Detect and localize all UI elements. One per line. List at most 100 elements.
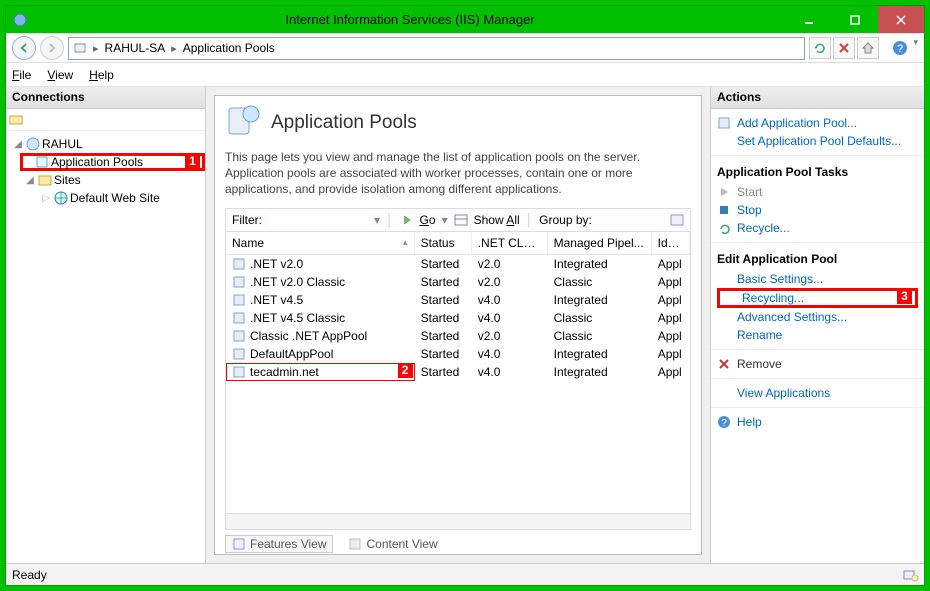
globe-icon [54,191,68,205]
action-set-defaults[interactable]: Set Application Pool Defaults... [717,132,918,150]
menu-view[interactable]: View [47,68,73,82]
pool-icon [232,311,246,325]
remove-icon [717,357,731,371]
row-status: Started [415,309,472,327]
stop-action-button[interactable] [833,37,855,59]
action-advanced-settings[interactable]: Advanced Settings... [717,308,918,326]
menu-file[interactable]: File [12,68,31,82]
row-name: .NET v4.5 [250,293,303,307]
table-row[interactable]: .NET v2.0 ClassicStartedv2.0ClassicAppl [226,273,690,291]
pool-icon [232,293,246,307]
actions-pane: Actions Add Application Pool... Set Appl… [710,87,924,563]
table-row[interactable]: DefaultAppPoolStartedv4.0IntegratedAppl [226,345,690,363]
filter-bar: Filter: ▾ │ Go ▾ Show All │ Group by: [225,208,691,231]
action-recycling[interactable]: Recycling... [717,288,918,308]
maximize-button[interactable] [832,6,878,33]
row-pipe: Classic [548,273,652,291]
row-clr: v4.0 [472,309,548,327]
row-name: .NET v4.5 Classic [250,311,345,325]
content-view-icon [348,537,362,551]
tree-app-pools[interactable]: Application Pools [20,153,205,171]
grid-header[interactable]: Name▴ Status .NET CLR V... Managed Pipel… [226,232,690,255]
row-status: Started [415,345,472,363]
row-name: DefaultAppPool [250,347,333,361]
row-clr: v4.0 [472,291,548,309]
row-ident: Appl [652,273,690,291]
row-ident: Appl [652,363,690,381]
content-view-button[interactable]: Content View [341,535,444,553]
table-row[interactable]: .NET v4.5 ClassicStartedv4.0ClassicAppl [226,309,690,327]
page-title: Application Pools [271,112,417,134]
row-pipe: Integrated [548,363,652,381]
row-pipe: Integrated [548,255,652,273]
row-status: Started [415,327,472,345]
tree-root[interactable]: ◢ RAHUL [6,135,205,153]
table-row[interactable]: .NET v2.0Startedv2.0IntegratedAppl [226,255,690,273]
showall-label[interactable]: Show All [474,213,520,227]
row-clr: v4.0 [472,363,548,381]
row-clr: v2.0 [472,273,548,291]
table-row[interactable]: .NET v4.5Startedv4.0IntegratedAppl [226,291,690,309]
action-help[interactable]: ? Help [717,413,918,431]
refresh-all-button[interactable] [809,37,831,59]
breadcrumb-node[interactable]: Application Pools [183,41,275,55]
col-clr[interactable]: .NET CLR V... [472,232,548,254]
col-status[interactable]: Status [415,232,472,254]
breadcrumb[interactable]: ▸ RAHUL-SA ▸ Application Pools [68,37,805,60]
stop-icon [717,203,731,217]
connect-icon[interactable] [10,113,24,127]
action-rename[interactable]: Rename [717,326,918,344]
help-icon-button[interactable]: ? [889,37,911,59]
col-pipe[interactable]: Managed Pipel... [548,232,652,254]
action-remove[interactable]: Remove [717,355,918,373]
showall-icon[interactable] [454,213,468,227]
row-pipe: Classic [548,327,652,345]
action-start: Start [717,183,918,201]
svg-text:?: ? [897,43,903,55]
row-name: Classic .NET AppPool [250,329,367,343]
minimize-button[interactable] [786,6,832,33]
action-add-pool[interactable]: Add Application Pool... [717,114,918,132]
groupby-label: Group by: [539,213,592,227]
menu-help[interactable]: Help [89,68,114,82]
row-ident: Appl [652,255,690,273]
row-status: Started [415,255,472,273]
tree-default-site[interactable]: ▷ Default Web Site [6,189,205,207]
filter-label: Filter: [232,213,262,227]
breadcrumb-host[interactable]: RAHUL-SA [105,41,166,55]
row-name: .NET v2.0 [250,257,303,271]
filter-input[interactable] [268,212,368,228]
close-button[interactable] [878,6,924,33]
server-icon [73,41,87,55]
table-row[interactable]: Classic .NET AppPoolStartedv2.0ClassicAp… [226,327,690,345]
connections-pane: Connections ◢ RAHUL Application Pools [6,87,206,563]
center-pane: Application Pools This page lets you vie… [206,87,710,563]
action-view-applications[interactable]: View Applications [717,384,918,402]
action-stop[interactable]: Stop [717,201,918,219]
col-name[interactable]: Name▴ [226,232,415,254]
pool-icon [232,275,246,289]
tree-sites[interactable]: ◢ Sites [6,171,205,189]
action-recycle[interactable]: Recycle... [717,219,918,237]
action-basic-settings[interactable]: Basic Settings... [717,270,918,288]
features-view-icon [232,537,246,551]
col-ident[interactable]: Ident [652,232,690,254]
folder-icon [38,173,52,187]
features-view-button[interactable]: Features View [225,535,333,553]
go-label[interactable]: Go [420,213,436,227]
play-icon [717,185,731,199]
callout-1: 1 [185,154,200,169]
row-ident: Appl [652,291,690,309]
nav-fwd-button[interactable] [40,36,64,60]
app-pools-icon [35,155,49,169]
config-indicator-icon[interactable] [904,568,918,582]
go-icon[interactable] [400,213,414,227]
view-toggle-icon[interactable] [670,213,684,227]
pool-icon [232,347,246,361]
window-title: Internet Information Services (IIS) Mana… [34,12,786,27]
home-button[interactable] [857,37,879,59]
horizontal-scrollbar[interactable] [226,513,690,529]
nav-back-button[interactable] [12,36,36,60]
table-row[interactable]: tecadmin.net2Startedv4.0IntegratedAppl [226,363,690,381]
page-description: This page lets you view and manage the l… [225,149,691,198]
